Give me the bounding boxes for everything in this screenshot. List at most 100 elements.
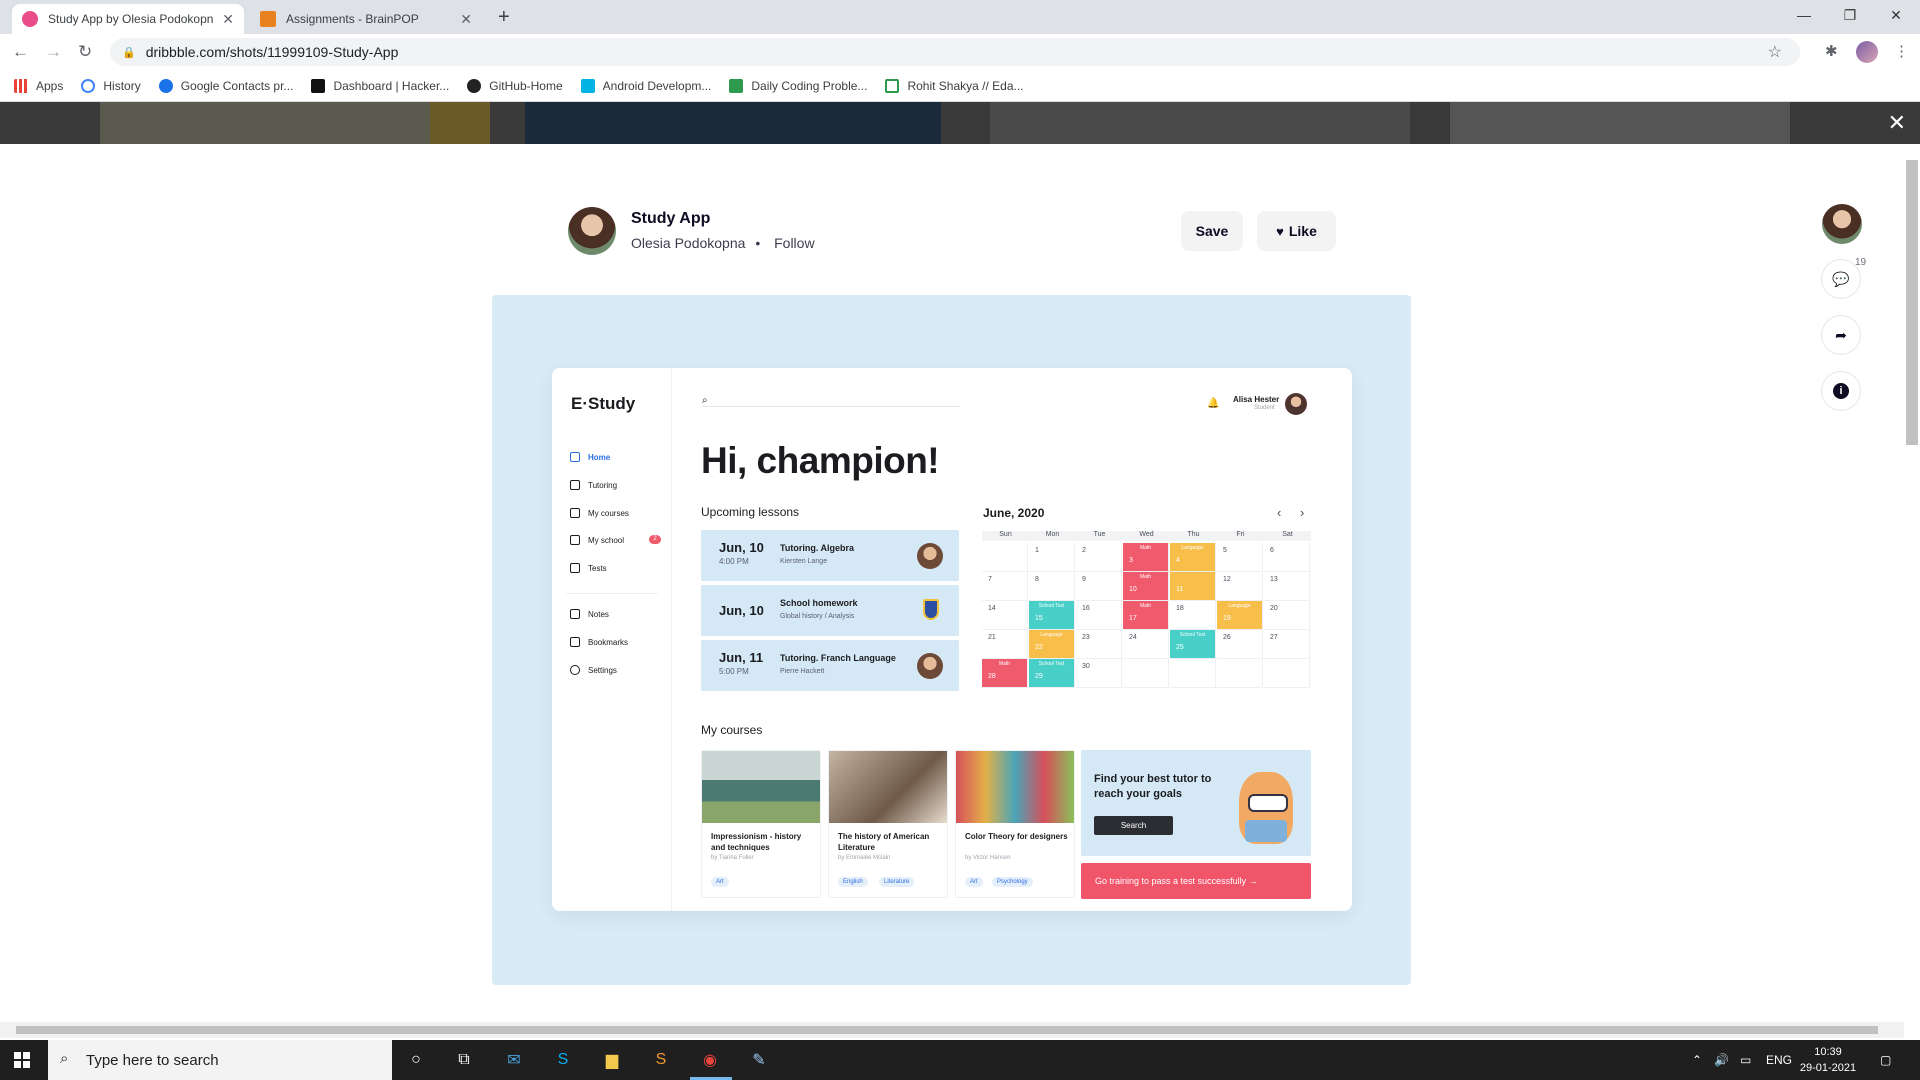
windows-start-icon[interactable] — [14, 1052, 30, 1068]
calendar-day[interactable]: 11 — [1170, 572, 1216, 601]
bookmark-star-icon[interactable]: ☆ — [1768, 42, 1782, 62]
calendar-day[interactable]: 6 — [1264, 543, 1310, 572]
course-tag[interactable]: English — [838, 877, 868, 887]
training-cta-button[interactable]: Go training to pass a test successfully … — [1081, 863, 1311, 899]
file-explorer-icon[interactable]: ▆ — [599, 1048, 625, 1072]
bookmark-apps[interactable]: Apps — [14, 78, 63, 93]
taskbar-search-box[interactable]: ⌕ Type here to search — [48, 1040, 392, 1080]
lesson-card[interactable]: Jun, 10 4:00 PM Tutoring. Algebra Kierst… — [701, 530, 959, 581]
close-tab-icon[interactable]: ✕ — [460, 11, 472, 28]
calendar-day[interactable]: School Test 29 — [1029, 659, 1075, 688]
sublime-text-icon[interactable]: S — [648, 1048, 674, 1072]
bookmark-android[interactable]: Android Developm... — [580, 78, 711, 93]
network-icon[interactable]: ▭ — [1740, 1040, 1751, 1080]
calendar-day[interactable]: 21 — [982, 630, 1028, 659]
calendar-day[interactable]: School Test 25 — [1170, 630, 1216, 659]
restore-icon[interactable]: ❐ — [1827, 0, 1873, 30]
nav-home[interactable]: Home — [570, 452, 610, 462]
course-tag[interactable]: Art — [711, 877, 729, 887]
calendar-day[interactable]: Language 22 — [1029, 630, 1075, 659]
language-indicator[interactable]: ENG — [1766, 1040, 1792, 1080]
nav-my-courses[interactable]: My courses — [570, 508, 629, 518]
paint-icon[interactable]: ✎ — [746, 1048, 772, 1072]
calendar-day[interactable]: 24 — [1123, 630, 1169, 659]
cortana-icon[interactable]: ○ — [403, 1048, 429, 1072]
nav-my-school[interactable]: My school — [570, 535, 624, 545]
mail-icon[interactable]: ✉ — [501, 1048, 527, 1072]
calendar-day[interactable]: 13 — [1264, 572, 1310, 601]
calendar-day[interactable]: 16 — [1076, 601, 1122, 630]
course-card[interactable]: Color Theory for designers by Victor Han… — [955, 750, 1075, 898]
calendar-day[interactable]: 8 — [1029, 572, 1075, 601]
promo-search-button[interactable]: Search — [1094, 816, 1173, 835]
lesson-card[interactable]: Jun, 11 5:00 PM Tutoring. Franch Languag… — [701, 640, 959, 691]
calendar-day[interactable]: 5 — [1217, 543, 1263, 572]
nav-settings[interactable]: Settings — [570, 665, 617, 675]
save-button[interactable]: Save — [1181, 211, 1243, 251]
calendar-day[interactable]: 27 — [1264, 630, 1310, 659]
calendar-day[interactable]: 14 — [982, 601, 1028, 630]
back-icon[interactable]: ← — [12, 42, 29, 62]
author-name[interactable]: Olesia Podokopna — [631, 235, 745, 251]
course-card[interactable]: The history of American Literature by Em… — [828, 750, 948, 898]
calendar-day[interactable]: Language 4 — [1170, 543, 1216, 572]
calendar-day[interactable]: 12 — [1217, 572, 1263, 601]
new-tab-plus-icon[interactable]: + — [498, 6, 510, 29]
volume-icon[interactable]: 🔊 — [1714, 1040, 1729, 1080]
skype-icon[interactable]: S — [550, 1048, 576, 1072]
calendar-day[interactable]: Math 3 — [1123, 543, 1169, 572]
calendar-day[interactable]: 1 — [1029, 543, 1075, 572]
nav-notes[interactable]: Notes — [570, 609, 609, 619]
calendar-day[interactable]: 18 — [1170, 601, 1216, 630]
tab-study-app[interactable]: Study App by Olesia Podokopna ✕ — [12, 4, 244, 34]
forward-icon[interactable]: → — [45, 42, 62, 62]
extensions-puzzle-icon[interactable]: ✱ — [1825, 42, 1838, 60]
side-author-avatar[interactable] — [1822, 204, 1862, 244]
calendar-day[interactable]: 7 — [982, 572, 1028, 601]
user-avatar[interactable] — [1285, 393, 1307, 415]
course-tag[interactable]: Art — [965, 877, 983, 887]
bookmark-edabit[interactable]: Rohit Shakya // Eda... — [885, 78, 1024, 93]
calendar-day[interactable]: 23 — [1076, 630, 1122, 659]
bookmark-history[interactable]: History — [81, 78, 141, 93]
nav-bookmarks[interactable]: Bookmarks — [570, 637, 628, 647]
like-button[interactable]: ♥ Like — [1257, 211, 1336, 251]
calendar-day[interactable]: Math 17 — [1123, 601, 1169, 630]
calendar-day[interactable]: Language 19 — [1217, 601, 1263, 630]
bookmark-google-contacts[interactable]: Google Contacts pr... — [158, 78, 293, 93]
profile-avatar[interactable] — [1856, 41, 1878, 63]
follow-link[interactable]: Follow — [774, 235, 814, 251]
bell-icon[interactable]: 🔔 — [1207, 398, 1219, 409]
close-shot-icon[interactable]: ✕ — [1888, 110, 1906, 136]
bookmark-daily-coding[interactable]: Daily Coding Proble... — [729, 78, 867, 93]
calendar-day[interactable]: 20 — [1264, 601, 1310, 630]
taskbar-clock[interactable]: 10:39 29-01-2021 — [1796, 1044, 1860, 1076]
show-hidden-icons-icon[interactable]: ⌃ — [1692, 1040, 1702, 1080]
calendar-day[interactable]: 26 — [1217, 630, 1263, 659]
calendar-day[interactable]: Math 10 — [1123, 572, 1169, 601]
task-view-icon[interactable]: ⧉ — [451, 1048, 477, 1072]
chrome-menu-icon[interactable]: ⋮ — [1894, 42, 1909, 60]
vertical-scroll-thumb[interactable] — [1906, 160, 1918, 445]
calendar-day[interactable]: 30 — [1076, 659, 1122, 688]
calendar-day[interactable]: School Test 15 — [1029, 601, 1075, 630]
calendar-prev-icon[interactable]: ‹ — [1277, 505, 1281, 520]
bookmark-github[interactable]: GitHub-Home — [467, 78, 563, 93]
minimize-icon[interactable]: — — [1781, 0, 1827, 30]
close-window-icon[interactable]: ✕ — [1873, 0, 1919, 30]
course-tag[interactable]: Literature — [879, 877, 915, 887]
address-bar[interactable]: 🔒 dribbble.com/shots/11999109-Study-App … — [110, 38, 1800, 66]
author-avatar[interactable] — [568, 207, 616, 255]
info-button[interactable]: i — [1821, 371, 1861, 411]
horizontal-scroll-thumb[interactable] — [16, 1026, 1878, 1034]
share-button[interactable]: ➦ — [1821, 315, 1861, 355]
bookmark-hackerrank[interactable]: Dashboard | Hacker... — [311, 78, 449, 93]
reload-icon[interactable]: ↻ — [78, 42, 92, 62]
close-tab-icon[interactable]: ✕ — [222, 11, 234, 28]
tab-brainpop[interactable]: Assignments - BrainPOP ✕ — [250, 4, 482, 34]
chrome-icon[interactable]: ◉ — [697, 1048, 723, 1072]
calendar-day[interactable]: 9 — [1076, 572, 1122, 601]
course-card[interactable]: Impressionism - history and techniques b… — [701, 750, 821, 898]
calendar-day[interactable]: Math 28 — [982, 659, 1028, 688]
nav-tests[interactable]: Tests — [570, 563, 607, 573]
